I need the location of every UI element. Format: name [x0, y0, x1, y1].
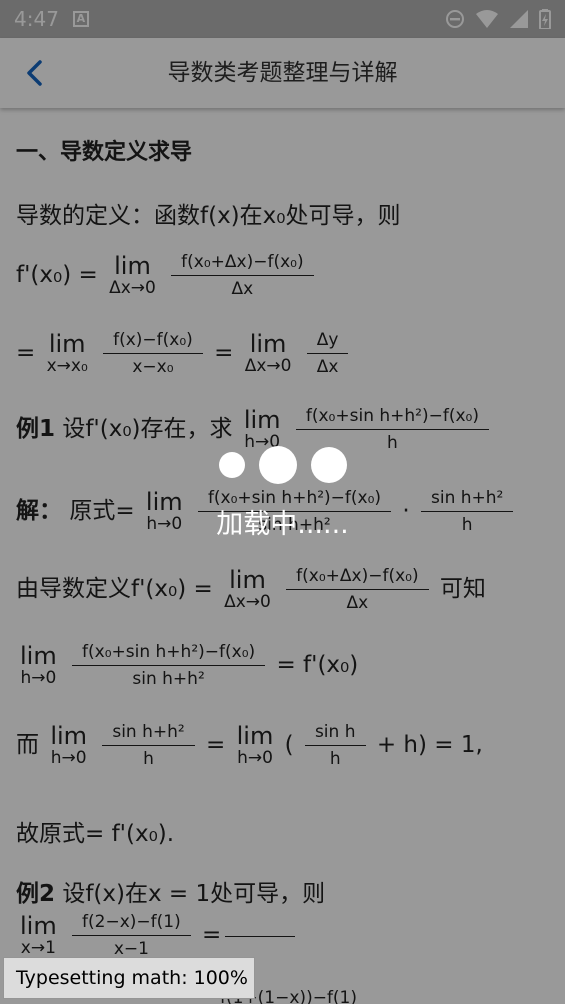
loading-dots: [0, 440, 565, 490]
loading-indicator: 加载中......: [0, 440, 565, 541]
loading-text: 加载中......: [216, 509, 349, 540]
loading-dot: [258, 446, 297, 484]
loading-dot: [310, 447, 347, 483]
loading-dot: [218, 452, 245, 478]
math-typesetting-status: Typesetting math: 100%: [3, 957, 255, 999]
